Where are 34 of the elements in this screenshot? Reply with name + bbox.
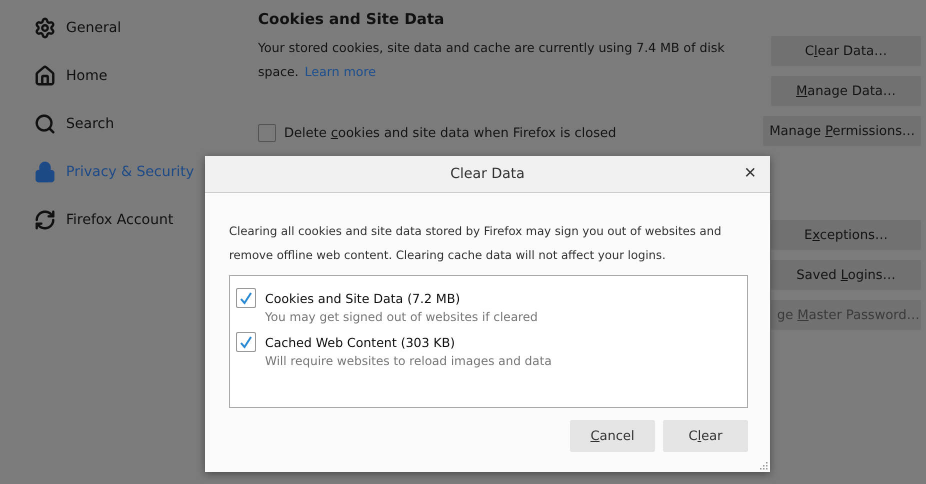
sidebar-item[interactable]: Privacy & Security bbox=[34, 148, 222, 196]
dialog-button[interactable]: Cancel bbox=[570, 420, 655, 452]
sidebar-item[interactable]: Home bbox=[34, 52, 222, 100]
page-button[interactable]: Manage Permissions… bbox=[763, 116, 921, 146]
page-button[interactable]: Manage Data… bbox=[771, 76, 921, 106]
option-hint: Will require websites to reload images and data bbox=[265, 354, 553, 368]
page-button[interactable]: Saved Logins… bbox=[771, 260, 921, 290]
page-button[interactable]: Exceptions… bbox=[771, 220, 921, 250]
resize-grip-icon[interactable] bbox=[760, 462, 768, 470]
settings-icon bbox=[34, 17, 56, 39]
checkbox[interactable] bbox=[236, 332, 256, 352]
sidebar-item[interactable]: General bbox=[34, 4, 222, 52]
home-icon bbox=[34, 65, 56, 87]
checkbox-label: Delete cookies and site data when Firefox is closed bbox=[284, 126, 616, 140]
search-icon bbox=[34, 113, 56, 135]
checkmark-icon bbox=[239, 291, 253, 305]
dialog-button[interactable]: Clear bbox=[663, 420, 748, 452]
sync-icon bbox=[34, 209, 56, 231]
checkmark-icon bbox=[239, 335, 253, 349]
option-label: Cookies and Site Data (7.2 MB) bbox=[265, 290, 460, 306]
learn-more-link[interactable]: Learn more bbox=[304, 64, 376, 79]
checkbox[interactable] bbox=[258, 124, 276, 142]
checkbox[interactable] bbox=[236, 288, 256, 308]
option-label: Cached Web Content (303 KB) bbox=[265, 334, 456, 350]
lock-icon bbox=[34, 161, 56, 183]
storage-description: Your stored cookies, site data and cache are currently using 7.4 MB of disk space. Learn more bbox=[258, 39, 726, 81]
section-title: Cookies and Site Data bbox=[258, 10, 446, 28]
dialog-title: Clear Data bbox=[450, 166, 525, 182]
page-button[interactable]: Clear Data… bbox=[771, 36, 921, 66]
dialog-message: Clearing all cookies and site data stored by Firefox may sign you out of websites and remove offline web content. Clearing cache data will not affect your logins. bbox=[229, 223, 722, 264]
option-hint: You may get signed out of websites if cleared bbox=[265, 310, 539, 324]
sidebar-item[interactable]: Firefox Account bbox=[34, 196, 222, 244]
sidebar-item[interactable]: Search bbox=[34, 100, 222, 148]
close-button[interactable]: × bbox=[744, 163, 756, 183]
